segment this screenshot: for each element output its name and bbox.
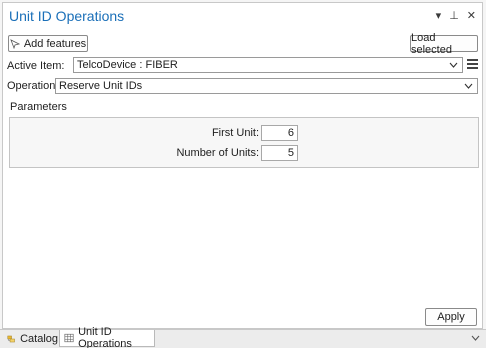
active-item-value: TelcoDevice : FIBER xyxy=(77,59,178,71)
tab-catalog-label: Catalog xyxy=(20,332,58,345)
operation-label: Operation: xyxy=(7,80,59,92)
parameters-heading: Parameters xyxy=(10,101,67,113)
chevron-down-icon[interactable]: ▾ xyxy=(436,10,442,22)
operation-value: Reserve Unit IDs xyxy=(59,80,143,92)
first-unit-label: First Unit: xyxy=(211,127,259,139)
add-features-button[interactable]: Add features xyxy=(8,35,88,52)
chevron-down-icon xyxy=(464,83,473,89)
tab-bar: Catalog Unit ID Operations xyxy=(0,326,486,348)
close-icon[interactable]: ✕ xyxy=(467,10,476,22)
apply-button[interactable]: Apply xyxy=(425,308,477,326)
menu-icon[interactable] xyxy=(467,59,478,70)
active-item-label: Active Item: xyxy=(7,60,65,72)
cursor-icon xyxy=(10,38,20,49)
pane-title: Unit ID Operations xyxy=(9,8,125,24)
load-selected-button[interactable]: Load selected xyxy=(410,32,478,56)
number-of-units-input[interactable]: 5 xyxy=(261,145,298,161)
pin-icon[interactable]: ⊥ xyxy=(449,10,459,22)
table-icon xyxy=(64,333,74,343)
unit-id-operations-pane: Unit ID Operations ▾ ⊥ ✕ Add features Lo… xyxy=(0,0,486,348)
active-item-dropdown[interactable]: TelcoDevice : FIBER xyxy=(73,57,463,73)
parameters-box xyxy=(9,117,479,168)
first-unit-input[interactable]: 6 xyxy=(261,125,298,141)
number-of-units-label: Number of Units: xyxy=(176,147,259,159)
pane-content: Unit ID Operations ▾ ⊥ ✕ Add features Lo… xyxy=(2,2,483,329)
add-features-label: Add features xyxy=(23,37,87,50)
chevron-down-icon[interactable] xyxy=(471,333,480,343)
catalog-icon xyxy=(7,335,15,342)
operation-dropdown[interactable]: Reserve Unit IDs xyxy=(55,78,478,94)
tab-unit-id-operations-label: Unit ID Operations xyxy=(78,326,132,348)
tab-unit-id-operations[interactable]: Unit ID Operations xyxy=(59,326,155,348)
title-icons: ▾ ⊥ ✕ xyxy=(436,10,476,22)
chevron-down-icon xyxy=(449,62,458,68)
tab-catalog[interactable]: Catalog xyxy=(3,330,58,347)
